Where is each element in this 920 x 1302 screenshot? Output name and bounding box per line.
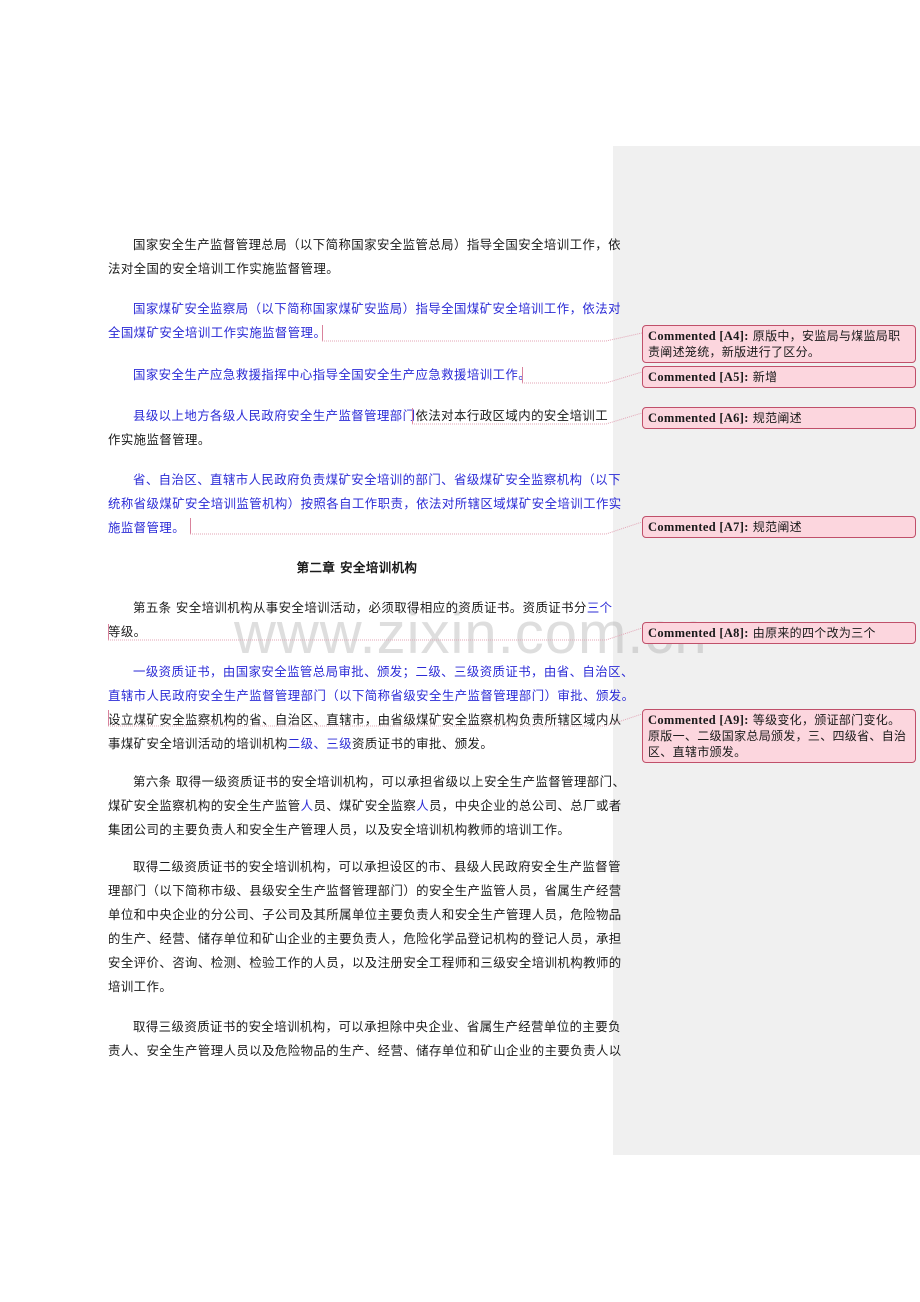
comment-balloon[interactable]: Commented [A4]: 原版中，安监局与煤监局职责阐述笼统，新版进行了区… [642,325,916,363]
text-line: 省、自治区、直辖市人民政府负责煤矿安全培训的部门、省级煤矿安全监察机构（以下 [108,468,621,492]
text-line: 安全评价、咨询、检测、检验工作的人员，以及注册安全工程师和三级安全培训机构教师的 [108,951,621,975]
paragraph: 取得三级资质证书的安全培训机构，可以承担除中央企业、省属生产经营单位的主要负责人… [108,1015,621,1063]
comment-text: 规范阐述 [752,520,802,534]
comment-anchor-mark [190,518,191,534]
text-run: 作实施监督管理。 [108,432,211,447]
text-run: 安全评价、咨询、检测、检验工作的人员，以及注册安全工程师和三级安全培训机构教师的 [108,955,622,970]
text-run: 第六条 取得一级资质证书的安全培训机构，可以承担省级以上安全生产监督管理部门、 [133,774,626,789]
paragraph: 第五条 安全培训机构从事安全培训活动，必须取得相应的资质证书。资质证书分三个等级… [108,596,612,644]
comment-balloon[interactable]: Commented [A7]: 规范阐述 [642,516,916,538]
text-run: 等级。 [108,624,147,639]
text-run: 依法对本行政区域内的安全培训工 [415,408,609,423]
comment-anchor-mark [522,367,523,383]
text-line: 国家安全生产应急救援指挥中心指导全国安全生产应急救援培训工作。 [108,363,606,387]
text-run: 取得三级资质证书的安全培训机构，可以承担除中央企业、省属生产经营单位的主要负 [133,1019,621,1034]
revised-text-run: 直辖市人民政府安全生产监督管理部门（以下简称省级安全生产监督管理部门）审批、颁发… [108,688,635,703]
text-run: 员，中央企业的总公司、总厂或者 [429,798,622,813]
comment-tag: Commented [A8]: [648,626,749,640]
revised-text-run: 人 [416,798,430,813]
text-run: 的生产、经营、储存单位和矿山企业的主要负责人，危险化学品登记机构的登记人员，承担 [108,931,622,946]
text-line: 第六条 取得一级资质证书的安全培训机构，可以承担省级以上安全生产监督管理部门、 [108,770,625,794]
revised-text-run: 一级资质证书，由国家安全监管总局审批、颁发；二级、三级资质证书，由省、自治区、 [133,664,634,679]
text-line: 理部门（以下简称市级、县级安全生产监督管理部门）的安全生产监管人员，省属生产经营 [108,879,621,903]
text-line: 培训工作。 [108,975,606,999]
text-line: 煤矿安全监察机构的安全生产监管人员、煤矿安全监察人员，中央企业的总公司、总厂或者 [108,794,621,818]
comment-balloon[interactable]: Commented [A5]: 新增 [642,366,916,388]
comment-tag: Commented [A7]: [648,520,749,534]
text-run: 设立煤矿安全监察机构的省、自治区、直辖市，由省级煤矿安全监察机构负责所辖区域内从 [108,712,622,727]
paragraph: 第六条 取得一级资质证书的安全培训机构，可以承担省级以上安全生产监督管理部门、煤… [108,770,625,842]
paragraph: 国家安全生产监督管理总局（以下简称国家安全监管总局）指导全国安全培训工作，依法对… [108,233,621,281]
text-line: 取得三级资质证书的安全培训机构，可以承担除中央企业、省属生产经营单位的主要负 [108,1015,621,1039]
text-run: 培训工作。 [108,979,173,994]
revised-text-run: 全国煤矿安全培训工作实施监督管理。 [108,325,327,340]
comment-anchor-mark [322,325,323,341]
text-line: 作实施监督管理。 [108,428,606,452]
text-run: 取得二级资质证书的安全培训机构，可以承担设区的市、县级人民政府安全生产监督管 [133,859,621,874]
paragraph: 国家煤矿安全监察局（以下简称国家煤矿安监局）指导全国煤矿安全培训工作，依法对全国… [108,297,621,345]
text-line: 单位和中央企业的分公司、子公司及其所属单位主要负责人和安全生产管理人员，危险物品 [108,903,621,927]
text-line: 第五条 安全培训机构从事安全培训活动，必须取得相应的资质证书。资质证书分三个 [108,596,612,620]
text-line: 设立煤矿安全监察机构的省、自治区、直辖市，由省级煤矿安全监察机构负责所辖区域内从 [108,708,621,732]
comment-anchor-mark [108,624,109,640]
revised-text-run: 人 [300,798,314,813]
comment-text: 规范阐述 [752,411,802,425]
text-run: 第五条 安全培训机构从事安全培训活动，必须取得相应的资质证书。资质证书分 [133,600,587,615]
comment-tag: Commented [A5]: [648,370,749,384]
text-run: 资质证书的审批、颁发。 [351,736,494,751]
revised-text-run: 二级、三级 [287,736,352,751]
text-run: 单位和中央企业的分公司、子公司及其所属单位主要负责人和安全生产管理人员，危险物品 [108,907,622,922]
comment-balloon[interactable]: Commented [A8]: 由原来的四个改为三个 [642,622,916,644]
revised-text-run: 县级以上地方各级人民政府安全生产监督管理部门 [133,408,416,423]
text-run: 责人、安全生产管理人员以及危险物品的生产、经营、储存单位和矿山企业的主要负责人以 [108,1043,622,1058]
text-run: 国家安全生产监督管理总局（以下简称国家安全监管总局）指导全国安全培训工作，依 [133,237,621,252]
revised-text-run: 省、自治区、直辖市人民政府负责煤矿安全培训的部门、省级煤矿安全监察机构（以下 [133,472,621,487]
text-run: 煤矿安全监察机构的安全生产监管 [108,798,301,813]
text-line: 统称省级煤矿安全培训监管机构）按照各自工作职责，依法对所辖区域煤矿安全培训工作实 [108,492,621,516]
revised-text-run: 国家煤矿安全监察局（以下简称国家煤矿安监局）指导全国煤矿安全培训工作，依法对 [133,301,621,316]
text-run: 员、煤矿安全监察 [313,798,417,813]
text-line: 直辖市人民政府安全生产监督管理部门（以下简称省级安全生产监督管理部门）审批、颁发… [108,684,634,708]
text-run: 法对全国的安全培训工作实施监督管理。 [108,261,340,276]
text-run: 理部门（以下简称市级、县级安全生产监督管理部门）的安全生产监管人员，省属生产经营 [108,883,622,898]
text-line: 的生产、经营、储存单位和矿山企业的主要负责人，危险化学品登记机构的登记人员，承担 [108,927,621,951]
paragraph: 一级资质证书，由国家安全监管总局审批、颁发；二级、三级资质证书，由省、自治区、直… [108,660,634,756]
text-run: 事煤矿安全培训活动的培训机构 [108,736,288,751]
revised-text-run: 统称省级煤矿安全培训监管机构）按照各自工作职责，依法对所辖区域煤矿安全培训工作实 [108,496,622,511]
text-line: 责人、安全生产管理人员以及危险物品的生产、经营、储存单位和矿山企业的主要负责人以 [108,1039,621,1063]
paragraph: 省、自治区、直辖市人民政府负责煤矿安全培训的部门、省级煤矿安全监察机构（以下统称… [108,468,621,540]
comment-balloon[interactable]: Commented [A9]: 等级变化，颁证部门变化。原版一、二级国家总局颁发… [642,709,916,763]
text-line: 等级。 [108,620,606,644]
chapter-heading: 第二章 安全培训机构 [296,560,418,575]
text-line: 县级以上地方各级人民政府安全生产监督管理部门依法对本行政区域内的安全培训工 [108,404,609,428]
revised-text-run: 国家安全生产应急救援指挥中心指导全国安全生产应急救援培训工作。 [133,367,532,382]
paragraph: 国家安全生产应急救援指挥中心指导全国安全生产应急救援培训工作。 [108,363,606,387]
paragraph: 县级以上地方各级人民政府安全生产监督管理部门依法对本行政区域内的安全培训工作实施… [108,404,609,452]
comment-pane [613,146,920,1155]
text-line: 国家安全生产监督管理总局（以下简称国家安全监管总局）指导全国安全培训工作，依 [108,233,621,257]
text-line: 全国煤矿安全培训工作实施监督管理。 [108,321,606,345]
text-line: 施监督管理。 [108,516,606,540]
revised-text-run: 三个 [586,600,613,615]
comment-text: 新增 [752,370,778,384]
text-run: 集团公司的主要负责人和安全生产管理人员，以及安全培训机构教师的培训工作。 [108,822,571,837]
comment-tag: Commented [A4]: [648,329,749,343]
comment-tag: Commented [A6]: [648,411,749,425]
comment-text: 由原来的四个改为三个 [752,626,876,640]
text-line: 国家煤矿安全监察局（以下简称国家煤矿安监局）指导全国煤矿安全培训工作，依法对 [108,297,621,321]
paragraph: 取得二级资质证书的安全培训机构，可以承担设区的市、县级人民政府安全生产监督管理部… [108,855,621,999]
comment-anchor-mark [412,408,413,424]
text-line: 取得二级资质证书的安全培训机构，可以承担设区的市、县级人民政府安全生产监督管 [108,855,621,879]
revised-text-run: 施监督管理。 [108,520,186,535]
text-line: 集团公司的主要负责人和安全生产管理人员，以及安全培训机构教师的培训工作。 [108,818,606,842]
text-line: 事煤矿安全培训活动的培训机构二级、三级资质证书的审批、颁发。 [108,732,606,756]
text-line: 一级资质证书，由国家安全监管总局审批、颁发；二级、三级资质证书，由省、自治区、 [108,660,633,684]
comment-anchor-mark [108,710,109,726]
text-line: 法对全国的安全培训工作实施监督管理。 [108,257,606,281]
comment-balloon[interactable]: Commented [A6]: 规范阐述 [642,407,916,429]
comment-tag: Commented [A9]: [648,713,749,727]
